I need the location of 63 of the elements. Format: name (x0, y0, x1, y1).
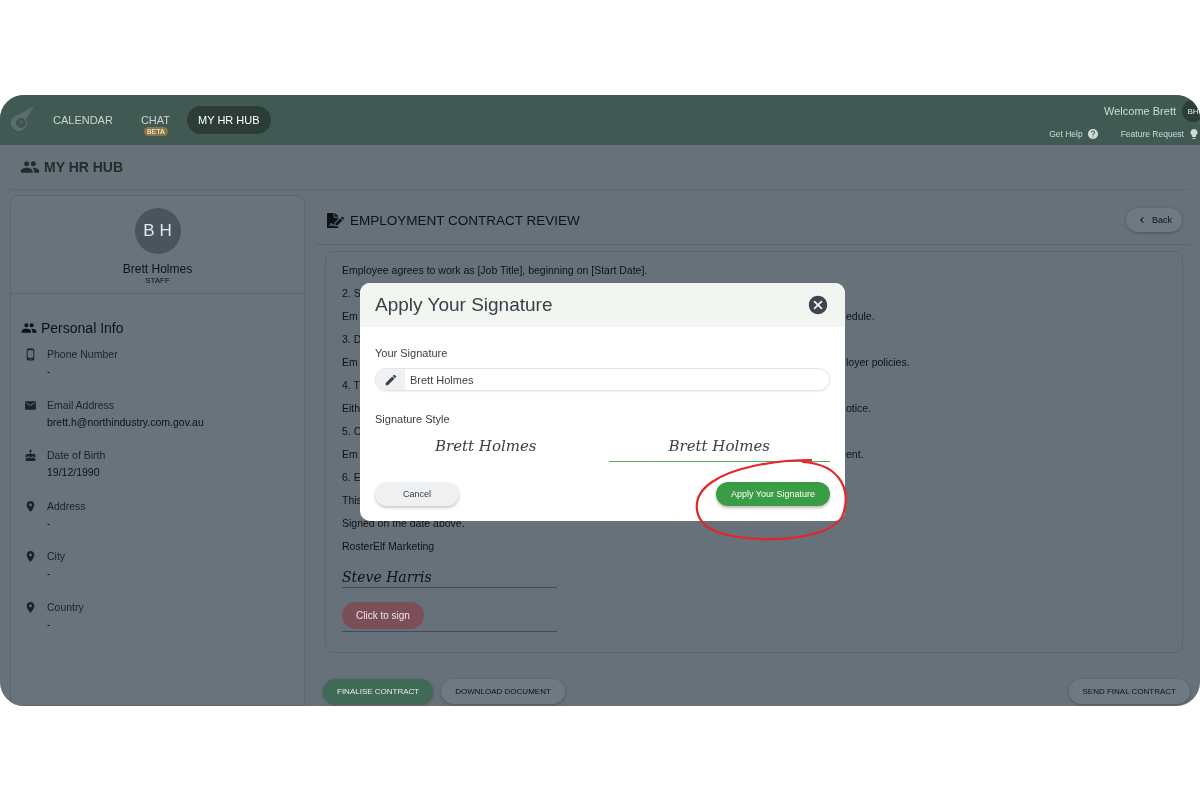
contract-text: 2. S (342, 286, 361, 299)
lightbulb-icon (1188, 128, 1200, 140)
contract-text: loyer policies. (846, 355, 910, 368)
contract-text: Em (342, 447, 358, 460)
nav-tab[interactable]: MY HR HUB (187, 106, 271, 134)
contract-text: ent. (846, 447, 864, 460)
section-title: Personal Info (41, 320, 124, 336)
back-button[interactable]: Back (1126, 208, 1182, 232)
contract-text: 4. T (342, 378, 360, 391)
field-value: - (47, 617, 52, 630)
dialog-title: Apply Your Signature (375, 294, 553, 316)
field-label: Date of Birth (47, 449, 106, 461)
field-label: Email Address (47, 398, 116, 411)
contract-text: edule. (846, 309, 875, 322)
field-value: - (47, 365, 52, 377)
help-icon (1086, 128, 1099, 140)
contract-title: EMPLOYMENT CONTRACT REVIEW (350, 212, 580, 228)
contract-text: Em (342, 355, 358, 368)
action-button[interactable]: SEND FINAL CONTRACT (1068, 679, 1190, 704)
sign-button[interactable]: Click to sign (342, 602, 424, 629)
location-icon (24, 499, 37, 513)
profile-avatar: B H (134, 208, 181, 254)
field-value: - (47, 567, 52, 579)
location-icon (24, 600, 37, 614)
close-button[interactable] (807, 294, 829, 316)
users-icon (21, 320, 37, 336)
nav-link[interactable]: Feature Request (1120, 128, 1200, 140)
signature-input[interactable]: Brett Holmes (375, 368, 830, 391)
contract-text: 6. E (342, 470, 361, 483)
field-label: Your Signature (375, 347, 449, 359)
action-button[interactable]: DOWNLOAD DOCUMENT (441, 679, 565, 704)
nav-link[interactable]: Get Help (1049, 128, 1099, 140)
welcome-text: Welcome Brett (1104, 105, 1176, 117)
pencil-icon (383, 372, 398, 387)
cancel-button[interactable]: Cancel (375, 482, 459, 506)
contract-text: Employee agrees to work as [Job Title], beginning on [Start Date]. (342, 263, 648, 276)
nav-tab[interactable]: CALENDAR (42, 106, 124, 134)
signature-line: Steve Harris (342, 557, 557, 588)
signature-style-option[interactable]: Brett Holmes (608, 431, 830, 462)
field-value: - (47, 516, 52, 529)
field-label: Country (47, 600, 84, 613)
field-value: brett.h@northindustry.com.gov.au (47, 415, 204, 428)
profile-name: Brett Holmes (122, 262, 193, 276)
phone-icon (24, 348, 37, 361)
field-label: Phone Number (47, 348, 118, 360)
user-avatar[interactable]: BH (1182, 100, 1200, 122)
contract-text: otice. (846, 401, 872, 414)
contract-text: RosterElf Marketing (342, 539, 435, 552)
field-label: City (47, 550, 66, 562)
signature-style-option[interactable]: Brett Holmes (375, 431, 597, 462)
contract-text: Em (342, 309, 358, 322)
page-title: MY HR HUB (44, 159, 124, 175)
document-icon (327, 211, 344, 229)
email-icon (24, 398, 37, 412)
location-icon (24, 550, 37, 563)
birthday-icon (24, 449, 37, 462)
field-label: Signature Style (375, 413, 451, 425)
contract-text: Eith (342, 401, 361, 414)
profile-role: STAFF (145, 276, 170, 285)
action-button[interactable]: FINALISE CONTRACT (323, 679, 434, 704)
field-value: 19/12/1990 (47, 466, 101, 478)
apply-signature-button[interactable]: Apply Your Signature (715, 482, 830, 506)
field-label: Address (47, 499, 86, 512)
